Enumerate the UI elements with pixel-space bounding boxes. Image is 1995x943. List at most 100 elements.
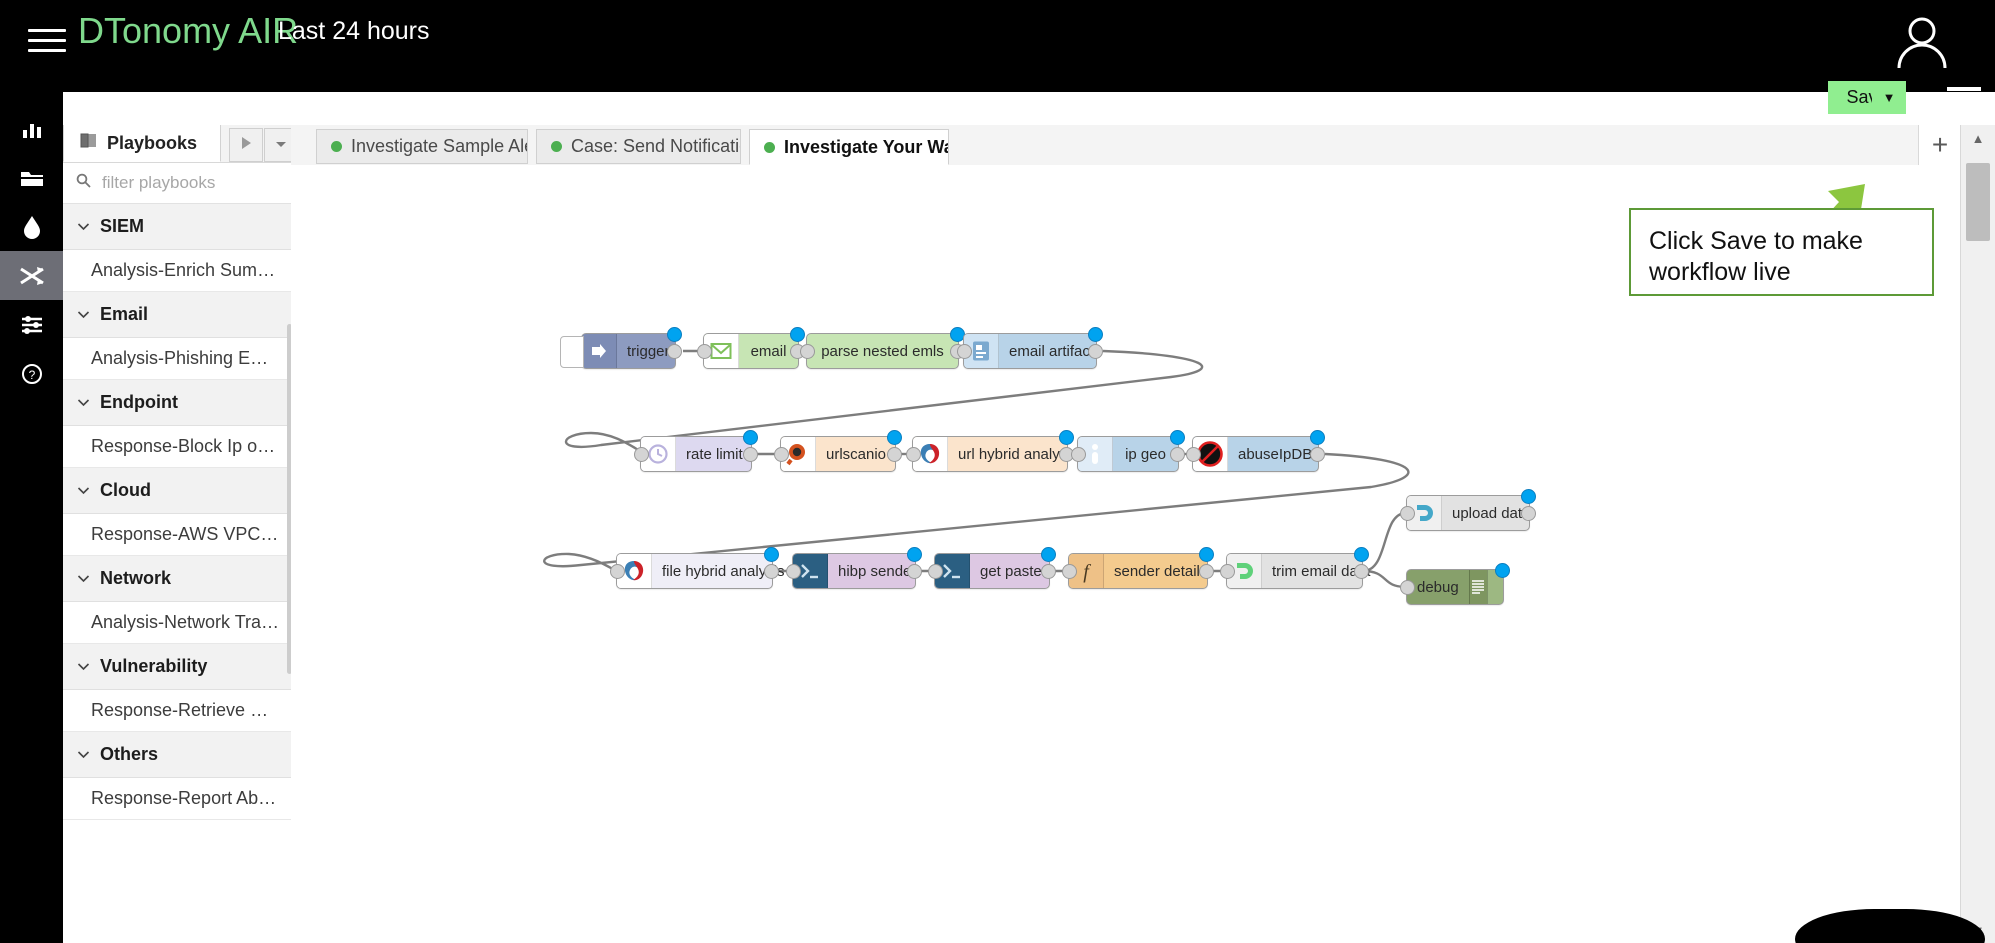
add-flow-tab-button[interactable]: + xyxy=(1918,125,1961,166)
flow-node-get-paste[interactable]: get paste xyxy=(928,547,1056,589)
scrollbar-thumb[interactable] xyxy=(1966,163,1990,241)
flow-node-file-hybrid-analysis[interactable]: file hybrid analysis xyxy=(610,547,785,589)
help-icon: ? xyxy=(21,363,43,385)
node-output-port[interactable] xyxy=(1354,564,1369,579)
playbook-list-item[interactable]: Response-Block Ip on Fo... xyxy=(63,426,291,468)
node-input-port[interactable] xyxy=(786,564,801,579)
node-input-port[interactable] xyxy=(1400,506,1415,521)
rail-item-droplet[interactable] xyxy=(0,202,63,251)
tab-status-dot xyxy=(764,141,775,153)
flow-tab-1[interactable]: Case: Send Notification xyxy=(536,129,741,164)
node-output-port[interactable] xyxy=(764,564,779,579)
node-input-port[interactable] xyxy=(928,564,943,579)
flow-tab-2[interactable]: Investigate Your Wazuh Aler xyxy=(749,129,949,165)
node-output-port[interactable] xyxy=(743,447,758,462)
node-output-port[interactable] xyxy=(1521,506,1536,521)
playbook-item-label: Response-AWS VPC Cre... xyxy=(91,524,281,544)
playbook-filter-row xyxy=(63,163,291,204)
playbook-list-item[interactable]: Analysis-Network Traffic ... xyxy=(63,602,291,644)
playbook-list-item[interactable]: Response-Report Abuse ... xyxy=(63,778,291,820)
run-playbook-button[interactable] xyxy=(229,128,263,162)
playbook-list-item[interactable]: Response-AWS VPC Cre... xyxy=(63,514,291,556)
menu-icon[interactable] xyxy=(1947,83,1981,111)
flow-node-rate-limit[interactable]: rate limit xyxy=(634,430,758,472)
playbook-group-siem[interactable]: SIEM xyxy=(63,204,291,250)
playbook-group-vulnerability[interactable]: Vulnerability xyxy=(63,644,291,690)
flow-node-sender-details[interactable]: f sender details xyxy=(1062,547,1214,589)
flow-node-abuseipdb[interactable]: abuseIpDB xyxy=(1186,430,1325,472)
node-input-port[interactable] xyxy=(774,447,789,462)
node-output-port[interactable] xyxy=(1310,447,1325,462)
node-output-port[interactable] xyxy=(667,344,682,359)
playbook-list-item[interactable]: Analysis-Phishing Email xyxy=(63,338,291,380)
flow-node-urlscanio[interactable]: urlscanio xyxy=(774,430,902,472)
flow-node-upload-data[interactable]: upload data xyxy=(1400,489,1536,531)
node-status-dot xyxy=(1088,327,1103,342)
playbook-group-label: Others xyxy=(100,744,159,764)
node-input-port[interactable] xyxy=(697,344,712,359)
save-dropdown-button[interactable]: ▼ xyxy=(1872,81,1906,114)
playbook-group-label: Cloud xyxy=(100,480,151,500)
flow-node-email-artifacts[interactable]: email artifacts xyxy=(957,327,1103,369)
node-input-port[interactable] xyxy=(1186,447,1201,462)
rail-item-settings[interactable] xyxy=(0,300,63,349)
playbook-item-label: Analysis-Phishing Email xyxy=(91,348,281,368)
node-input-port[interactable] xyxy=(1400,580,1415,595)
playbook-filter-input[interactable] xyxy=(100,172,274,194)
playbook-group-cloud[interactable]: Cloud xyxy=(63,468,291,514)
playbook-list-item[interactable]: Response-Retrieve Ness... xyxy=(63,690,291,732)
caret-up-icon[interactable]: ▲ xyxy=(1961,125,1995,151)
node-output-port[interactable] xyxy=(907,564,922,579)
tab-status-dot xyxy=(551,141,562,152)
node-status-dot xyxy=(1170,430,1185,445)
playbook-item-label: Response-Block Ip on Fo... xyxy=(91,436,281,456)
search-icon xyxy=(76,173,91,193)
node-output-port[interactable] xyxy=(1088,344,1103,359)
flow-node-url-hybrid-analysis[interactable]: url hybrid analysis xyxy=(906,430,1078,472)
playbook-group-email[interactable]: Email xyxy=(63,292,291,338)
rail-item-dashboard[interactable] xyxy=(0,104,63,153)
flow-tab-0[interactable]: Investigate Sample Alerts xyxy=(316,129,528,164)
rail-item-help[interactable]: ? xyxy=(0,349,63,398)
flow-node-debug[interactable]: debug xyxy=(1400,563,1510,605)
node-input-port[interactable] xyxy=(634,447,649,462)
annotation-text: Click Save to make workflow live xyxy=(1649,227,1863,287)
node-input-port[interactable] xyxy=(800,344,815,359)
flow-node-label: get paste xyxy=(980,562,1042,580)
flow-tab-label: Case: Send Notification xyxy=(571,136,741,156)
hamburger-icon[interactable] xyxy=(28,22,66,54)
flow-node-hibp-sender[interactable]: hibp sender xyxy=(786,547,922,589)
tab-playbooks[interactable]: Playbooks xyxy=(63,125,221,162)
node-input-port[interactable] xyxy=(1071,447,1086,462)
rail-item-folder[interactable] xyxy=(0,153,63,202)
node-input-port[interactable] xyxy=(957,344,972,359)
node-input-port[interactable] xyxy=(1220,564,1235,579)
playbook-list: SIEM Analysis-Enrich Sumolog... Email Analy… xyxy=(63,204,291,820)
node-output-port[interactable] xyxy=(1041,564,1056,579)
node-input-port[interactable] xyxy=(1062,564,1077,579)
flow-node-trim-email-data[interactable]: trim email data xyxy=(1220,547,1370,589)
node-status-dot xyxy=(907,547,922,562)
flow-node-ip-geo[interactable]: ip geo xyxy=(1071,430,1185,472)
node-output-port[interactable] xyxy=(1199,564,1214,579)
playbook-group-network[interactable]: Network xyxy=(63,556,291,602)
node-status-dot xyxy=(1521,489,1536,504)
node-input-port[interactable] xyxy=(906,447,921,462)
playbook-group-others[interactable]: Others xyxy=(63,732,291,778)
node-output-port[interactable] xyxy=(1170,447,1185,462)
node-input-port[interactable] xyxy=(610,564,625,579)
playbook-list-item[interactable]: Analysis-Enrich Sumolog... xyxy=(63,250,291,292)
shuffle-icon xyxy=(19,265,45,287)
flow-node-trigger[interactable]: trigger xyxy=(560,327,682,369)
flow-tab-strip: + Investigate Sample Alerts Case: Send No… xyxy=(291,125,1995,166)
flow-node-email[interactable]: email xyxy=(697,327,805,369)
node-status-dot xyxy=(1059,430,1074,445)
node-output-port[interactable] xyxy=(887,447,902,462)
user-avatar-icon[interactable] xyxy=(1889,8,1955,74)
playbook-group-endpoint[interactable]: Endpoint xyxy=(63,380,291,426)
rail-item-workflows[interactable] xyxy=(0,251,63,300)
play-icon xyxy=(238,135,254,156)
playbook-group-label: Endpoint xyxy=(100,392,178,412)
canvas-vertical-scrollbar[interactable]: ▲ ▼ xyxy=(1960,125,1995,943)
flow-node-parse-nested-emls[interactable]: parse nested emls xyxy=(800,327,965,369)
